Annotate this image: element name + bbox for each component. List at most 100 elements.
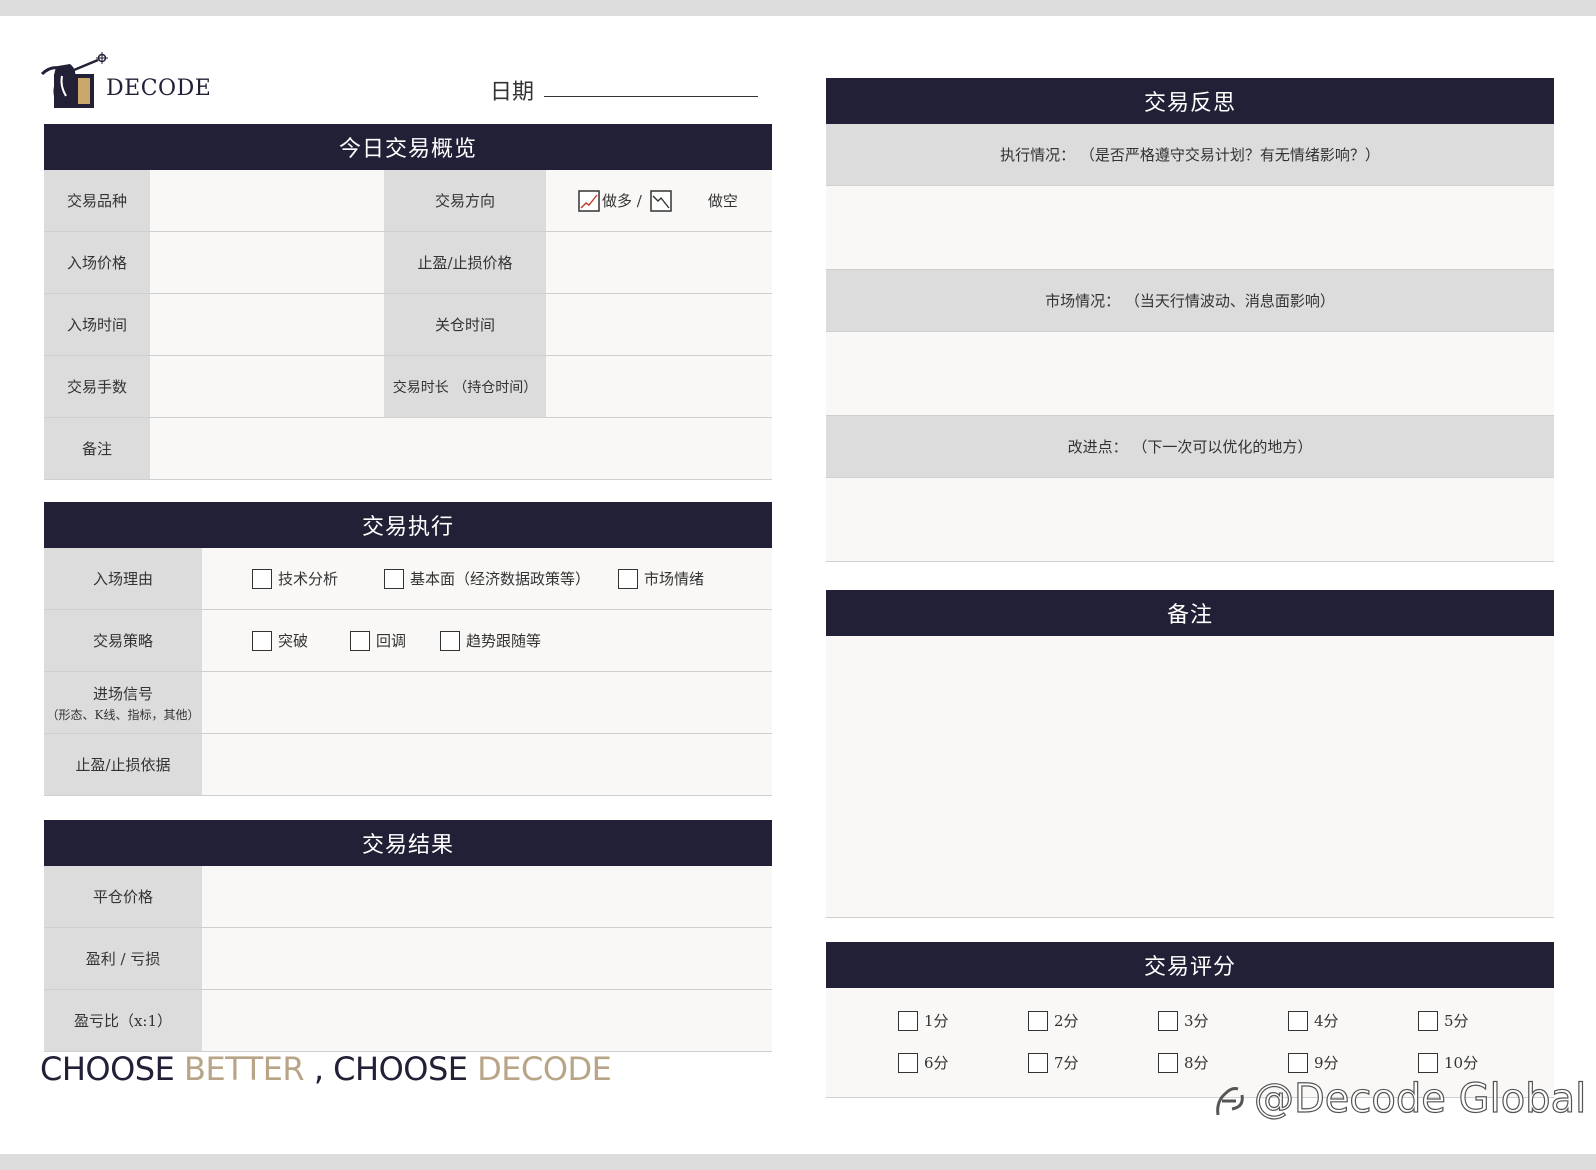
close-time-value[interactable] bbox=[546, 294, 772, 355]
watermark-text: @Decode Global bbox=[1253, 1075, 1587, 1122]
direction-short-option[interactable]: 做空 bbox=[650, 189, 738, 212]
checkbox[interactable] bbox=[1028, 1010, 1048, 1031]
overview-row-entry-time: 入场时间 关仓时间 bbox=[44, 294, 772, 356]
execution-row-signal: 进场信号 （形态、K线、指标，其他） bbox=[44, 672, 772, 734]
date-underline bbox=[544, 96, 758, 97]
rating-label: 6分 bbox=[924, 1054, 949, 1072]
rating-option-9[interactable]: 9分 bbox=[1288, 1052, 1339, 1073]
tp-sl-price-label: 止盈/止损价格 bbox=[384, 232, 546, 293]
date-field[interactable]: 日期 bbox=[490, 74, 758, 105]
checkbox[interactable] bbox=[252, 568, 272, 589]
option-label: 基本面（经济数据政策等） bbox=[410, 570, 591, 588]
signal-label-cell: 进场信号 （形态、K线、指标，其他） bbox=[44, 672, 202, 733]
market-status-label: 市场情况： （当天行情波动、消息面影响） bbox=[826, 270, 1554, 332]
worksheet-page: DECODE 日期 今日交易概览 交易品种 交易方向 做多 / 做空 入场价格 … bbox=[0, 16, 1596, 1154]
strategy-options: 突破 回调 趋势跟随等 bbox=[202, 610, 772, 671]
entry-price-label: 入场价格 bbox=[44, 232, 150, 293]
rating-label: 5分 bbox=[1444, 1012, 1469, 1030]
option-label: 突破 bbox=[278, 632, 309, 650]
brand-logo: DECODE bbox=[40, 52, 220, 112]
rr-ratio-value[interactable] bbox=[202, 990, 772, 1051]
result-title: 交易结果 bbox=[44, 820, 772, 866]
rating-option-3[interactable]: 3分 bbox=[1158, 1010, 1209, 1031]
direction-label: 交易方向 bbox=[384, 170, 546, 231]
overview-notes-value[interactable] bbox=[150, 418, 772, 479]
overview-row-notes: 备注 bbox=[44, 418, 772, 480]
option-label: 技术分析 bbox=[278, 570, 339, 588]
tp-sl-basis-label: 止盈/止损依据 bbox=[44, 734, 202, 795]
reason-technical-option[interactable]: 技术分析 bbox=[252, 568, 338, 589]
checkbox[interactable] bbox=[252, 630, 272, 651]
holding-duration-value[interactable] bbox=[546, 356, 772, 417]
checkbox[interactable] bbox=[1288, 1052, 1308, 1073]
checkbox[interactable] bbox=[1418, 1010, 1438, 1031]
direction-short-label: 做空 bbox=[707, 192, 738, 210]
strategy-pullback-option[interactable]: 回调 bbox=[350, 630, 406, 651]
tp-sl-basis-value[interactable] bbox=[202, 734, 772, 795]
rating-option-10[interactable]: 10分 bbox=[1418, 1052, 1478, 1073]
rating-option-4[interactable]: 4分 bbox=[1288, 1010, 1339, 1031]
checkbox[interactable] bbox=[1418, 1052, 1438, 1073]
close-time-label: 关仓时间 bbox=[384, 294, 546, 355]
checkbox[interactable] bbox=[384, 568, 405, 589]
tp-sl-price-value[interactable] bbox=[546, 232, 772, 293]
strategy-label: 交易策略 bbox=[44, 610, 202, 671]
rating-option-2[interactable]: 2分 bbox=[1028, 1010, 1079, 1031]
strategy-breakout-option[interactable]: 突破 bbox=[252, 630, 308, 651]
notes-value[interactable] bbox=[826, 636, 1554, 918]
checkbox[interactable] bbox=[898, 1052, 918, 1073]
rating-label: 9分 bbox=[1314, 1054, 1339, 1072]
reflection-title: 交易反思 bbox=[826, 78, 1554, 124]
instrument-value[interactable] bbox=[150, 170, 384, 231]
rating-option-7[interactable]: 7分 bbox=[1028, 1052, 1079, 1073]
rating-option-8[interactable]: 8分 bbox=[1158, 1052, 1209, 1073]
decode-emblem-icon bbox=[40, 52, 108, 108]
brand-name: DECODE bbox=[106, 76, 212, 101]
entry-price-value[interactable] bbox=[150, 232, 384, 293]
long-chart-checkbox-icon bbox=[578, 189, 600, 212]
holding-duration-label: 交易时长 （持仓时间） bbox=[384, 356, 546, 417]
checkbox[interactable] bbox=[1288, 1010, 1308, 1031]
slogan-part-3: , CHOOSE bbox=[304, 1050, 478, 1088]
checkbox[interactable] bbox=[618, 568, 639, 589]
checkbox[interactable] bbox=[440, 630, 461, 651]
execution-row-entry-reason: 入场理由 技术分析 基本面（经济数据政策等） 市场情绪 bbox=[44, 548, 772, 610]
checkbox[interactable] bbox=[898, 1010, 918, 1031]
rr-ratio-label: 盈亏比（x:1） bbox=[44, 990, 202, 1051]
rating-label: 1分 bbox=[924, 1012, 949, 1030]
result-row-pnl: 盈利 / 亏损 bbox=[44, 928, 772, 990]
checkbox[interactable] bbox=[1028, 1052, 1048, 1073]
close-price-value[interactable] bbox=[202, 866, 772, 927]
signal-value[interactable] bbox=[202, 672, 772, 733]
execution-panel: 交易执行 入场理由 技术分析 基本面（经济数据政策等） 市场情绪 交易策略 突破… bbox=[44, 502, 772, 802]
rating-title: 交易评分 bbox=[826, 942, 1554, 988]
overview-row-instrument: 交易品种 交易方向 做多 / 做空 bbox=[44, 170, 772, 232]
reason-fundamental-option[interactable]: 基本面（经济数据政策等） bbox=[384, 568, 590, 589]
pnl-value[interactable] bbox=[202, 928, 772, 989]
rating-option-6[interactable]: 6分 bbox=[898, 1052, 949, 1073]
lots-value[interactable] bbox=[150, 356, 384, 417]
checkbox[interactable] bbox=[350, 630, 371, 651]
market-status-value[interactable] bbox=[826, 332, 1554, 416]
slogan-part-2: BETTER bbox=[183, 1050, 305, 1088]
strategy-trend-option[interactable]: 趋势跟随等 bbox=[440, 630, 541, 651]
direction-options: 做多 / 做空 bbox=[546, 170, 772, 231]
reason-sentiment-option[interactable]: 市场情绪 bbox=[618, 568, 704, 589]
execution-status-value[interactable] bbox=[826, 186, 1554, 270]
close-price-label: 平仓价格 bbox=[44, 866, 202, 927]
rating-option-5[interactable]: 5分 bbox=[1418, 1010, 1469, 1031]
lots-label: 交易手数 bbox=[44, 356, 150, 417]
rating-option-1[interactable]: 1分 bbox=[898, 1010, 949, 1031]
checkbox[interactable] bbox=[1158, 1052, 1178, 1073]
option-label: 趋势跟随等 bbox=[466, 632, 542, 650]
short-chart-checkbox-icon bbox=[650, 189, 672, 212]
platform-logo-icon bbox=[1216, 1087, 1244, 1116]
direction-long-option[interactable]: 做多 / bbox=[578, 189, 642, 212]
signal-sublabel: （形态、K线、指标，其他） bbox=[46, 707, 200, 722]
improvements-value[interactable] bbox=[826, 478, 1554, 562]
entry-time-label: 入场时间 bbox=[44, 294, 150, 355]
entry-time-value[interactable] bbox=[150, 294, 384, 355]
checkbox[interactable] bbox=[1158, 1010, 1178, 1031]
option-label: 市场情绪 bbox=[644, 570, 705, 588]
execution-title: 交易执行 bbox=[44, 502, 772, 548]
